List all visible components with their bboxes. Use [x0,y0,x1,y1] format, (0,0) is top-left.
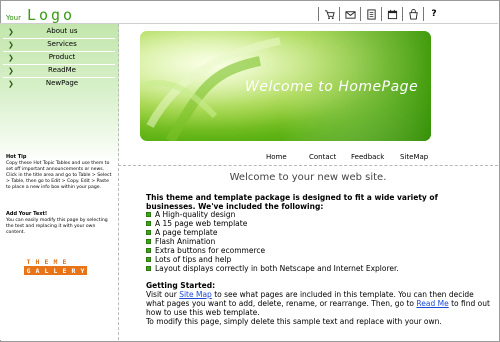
bullet-icon [146,266,151,271]
logo-prefix: Your [6,14,21,22]
add-text-title: Add Your Text! [6,211,48,217]
brand-letter: Y [78,266,87,275]
list-item: Layout displays correctly in both Netsca… [146,264,399,273]
nav-divider-dashed [118,165,498,166]
toolbar: ? [318,7,444,21]
getting-started-text: Visit our Site Map to see what pages are… [146,290,491,326]
brand-letter: G [24,266,33,275]
chevron-right-icon: ❯ [8,28,14,36]
sidebar-item-newpage[interactable]: ❯ NewPage [0,78,118,90]
nav-link-sitemap[interactable]: SiteMap [400,153,428,161]
list-item: Flash Animation [146,237,399,246]
brand-letter: M [53,257,58,266]
gs-text-4: To modify this page, simply delete this … [146,317,442,326]
list-item-text: Extra buttons for ecommerce [155,246,266,255]
brand-letter: E [60,266,69,275]
sidebar-item-label: About us [46,27,78,35]
brand-letter: H [35,257,40,266]
page-heading: Welcome to your new web site. [229,172,387,183]
list-item-text: A 15 page web template [155,219,248,228]
chevron-right-icon: ❯ [8,67,14,75]
bullet-icon [146,212,151,217]
help-icon[interactable]: ? [423,7,444,21]
bullet-icon [146,248,151,253]
brand-bottom: GALLERY [24,266,87,275]
theme-gallery-logo[interactable]: THEME GALLERY [24,257,87,275]
hot-tip-title: Hot Tip [6,154,27,160]
nav-link-feedback[interactable]: Feedback [351,153,384,161]
intro-text: This theme and template package is desig… [146,193,438,211]
site-logo[interactable]: Your Logo [6,6,75,24]
list-item-text: Flash Animation [155,237,216,246]
sidebar-item-services[interactable]: ❯ Services [0,39,118,51]
sidebar-item-readme[interactable]: ❯ ReadMe [0,65,118,77]
list-item-text: A High-quality design [155,210,236,219]
chevron-right-icon: ❯ [8,41,14,49]
read-me-link[interactable]: Read Me [416,299,448,308]
welcome-banner: Welcome to HomePage [140,31,431,141]
add-text-body: You can easily modify this page by selec… [6,218,108,235]
list-item-text: Layout displays correctly in both Netsca… [155,264,399,273]
document-icon[interactable] [360,7,381,21]
banner-title: Welcome to HomePage [245,79,419,95]
sidebar-item-label: ReadMe [48,66,76,74]
site-map-link[interactable]: Site Map [179,290,212,299]
calendar-icon[interactable] [381,7,402,21]
nav-link-home[interactable]: Home [266,153,287,161]
brand-letter: L [42,266,51,275]
list-item: A 15 page web template [146,219,399,228]
bullet-icon [146,221,151,226]
logo-word: Logo [26,6,76,24]
mail-icon[interactable] [339,7,360,21]
brand-letter: L [51,266,60,275]
brand-top: THEME [24,257,87,266]
cart-icon[interactable] [318,7,339,21]
chevron-right-icon: ❯ [8,54,14,62]
bag-icon[interactable] [402,7,423,21]
hot-tip-body: Copy these Hot Topic Tables and use them… [6,161,112,190]
sidebar-item-product[interactable]: ❯ Product [0,52,118,64]
gs-text-1: Visit our [146,290,180,299]
list-item: A High-quality design [146,210,399,219]
brand-letter: A [33,266,42,275]
list-item: A page template [146,228,399,237]
list-item-text: A page template [155,228,218,237]
getting-started-title: Getting Started: [146,281,216,290]
help-glyph: ? [431,9,437,19]
list-item-text: Lots of tips and help [155,255,232,264]
sidebar-item-label: NewPage [45,79,79,87]
bullet-icon [146,257,151,262]
brand-letter: E [44,257,49,266]
list-item: Lots of tips and help [146,255,399,264]
sidebar-item-label: Product [48,53,76,61]
sidebar: ❯ About us ❯ Services ❯ Product ❯ ReadMe… [0,24,119,340]
brand-letter: E [62,257,67,266]
brand-letter: R [69,266,78,275]
bullet-icon [146,230,151,235]
chevron-right-icon: ❯ [8,80,14,88]
feature-list: A High-quality design A 15 page web temp… [146,210,399,273]
sidebar-item-label: Services [47,40,77,48]
sidebar-item-about-us[interactable]: ❯ About us [0,26,118,38]
nav-link-contact[interactable]: Contact [309,153,336,161]
list-item: Extra buttons for ecommerce [146,246,399,255]
bullet-icon [146,239,151,244]
brand-letter: T [26,257,31,266]
